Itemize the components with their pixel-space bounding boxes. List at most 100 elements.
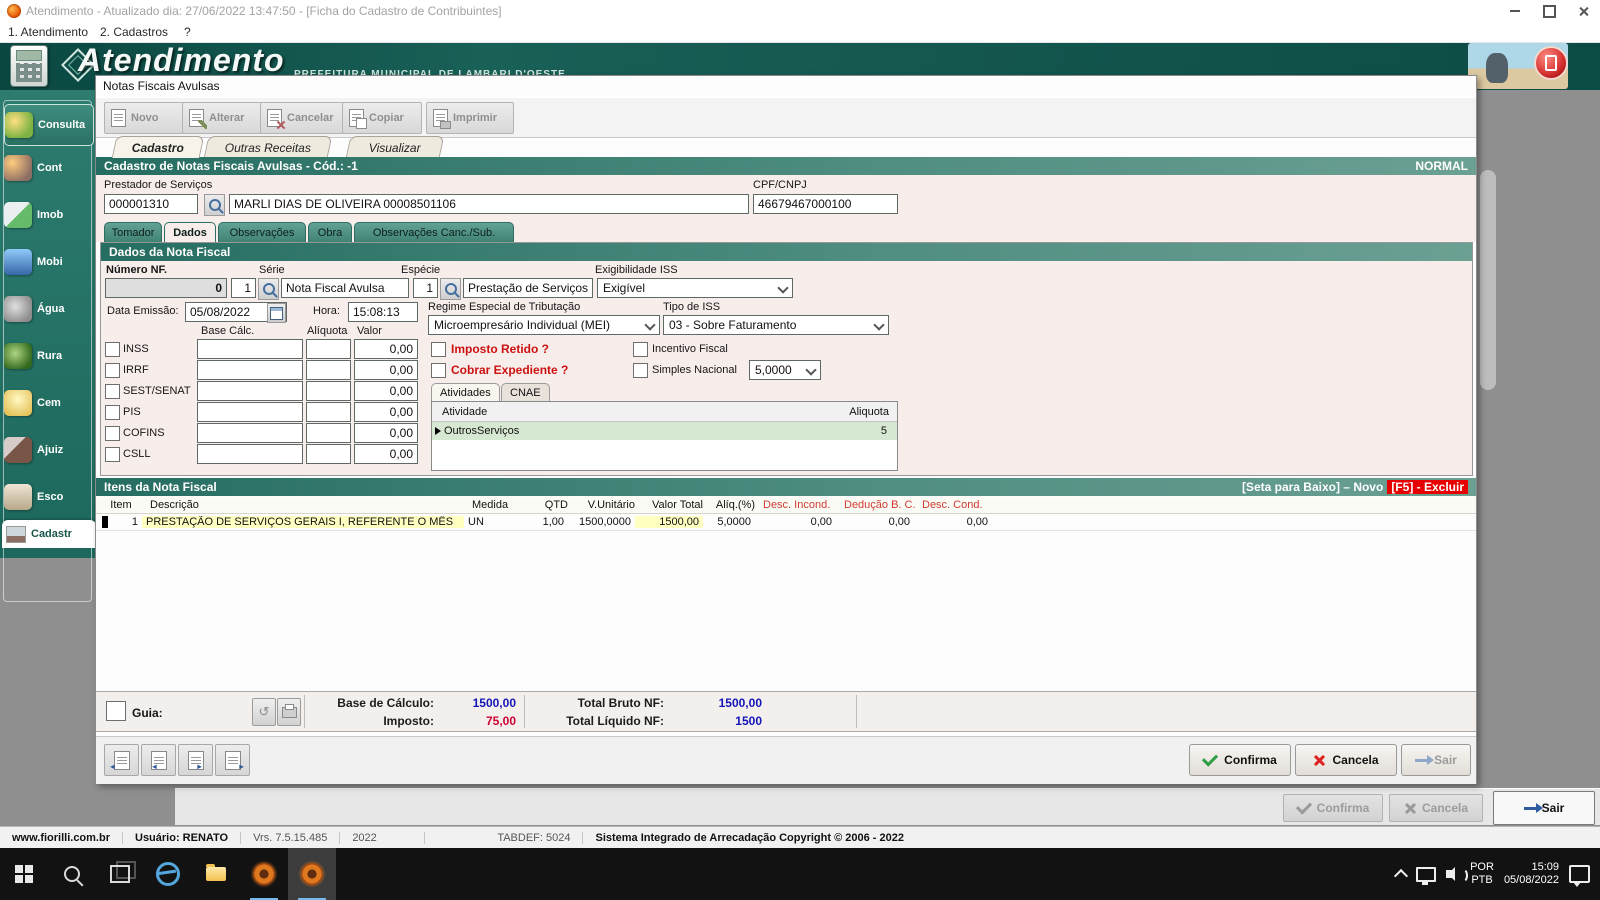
regime-select[interactable]: Microempresário Individual (MEI) [428, 315, 660, 335]
inss-aliquota-input[interactable] [306, 339, 351, 359]
serie-nome-input[interactable]: Nota Fiscal Avulsa [281, 278, 409, 298]
simples-checkbox[interactable] [633, 363, 648, 378]
file-explorer-button[interactable] [192, 848, 240, 900]
sest-valor-input[interactable]: 0,00 [354, 381, 418, 401]
cancelar-button[interactable]: Cancelar [260, 102, 344, 134]
irrf-aliquota-input[interactable] [306, 360, 351, 380]
prestador-code-input[interactable]: 000001310 [104, 194, 198, 214]
sidebar-item-imobiliario[interactable]: Imob [4, 195, 92, 235]
csll-aliquota-input[interactable] [306, 444, 351, 464]
cofins-aliquota-input[interactable] [306, 423, 351, 443]
menu-cadastros[interactable]: 2. Cadastros [100, 25, 168, 39]
outer-sair-button[interactable]: Sair [1493, 791, 1595, 825]
tab-tomador[interactable]: Tomador [104, 222, 162, 242]
irrf-base-input[interactable] [197, 360, 303, 380]
imprimir-button[interactable]: Imprimir [426, 102, 514, 134]
outer-cancela-button[interactable]: Cancela [1389, 794, 1483, 822]
maximize-button[interactable] [1532, 0, 1566, 22]
sidebar-item-rural[interactable]: Rura [4, 336, 92, 376]
simples-aliquota-select[interactable]: 5,0000 [749, 360, 821, 380]
cofins-base-input[interactable] [197, 423, 303, 443]
sest-base-input[interactable] [197, 381, 303, 401]
internet-explorer-button[interactable] [144, 848, 192, 900]
tab-cadastro[interactable]: Cadastro [111, 136, 205, 158]
copiar-button[interactable]: Copiar [342, 102, 422, 134]
sidebar-tab-cadastro[interactable]: Cadastr [2, 520, 96, 548]
outer-confirma-button[interactable]: Confirma [1283, 794, 1383, 822]
irrf-checkbox[interactable] [105, 363, 120, 378]
cobrar-expediente-checkbox[interactable] [431, 363, 446, 378]
inss-base-input[interactable] [197, 339, 303, 359]
start-button[interactable] [0, 848, 48, 900]
exit-orb-button[interactable] [1534, 46, 1568, 80]
clock[interactable]: 15:09 05/08/2022 [1504, 861, 1559, 887]
cancela-button[interactable]: Cancela [1295, 744, 1397, 776]
sair-button[interactable]: Sair [1401, 744, 1471, 776]
tab-dados[interactable]: Dados [164, 222, 216, 242]
sest-checkbox[interactable] [105, 384, 120, 399]
cofins-checkbox[interactable] [105, 426, 120, 441]
pis-checkbox[interactable] [105, 405, 120, 420]
inss-checkbox[interactable] [105, 342, 120, 357]
sidebar-item-ajuizamento[interactable]: Ajuiz [4, 430, 92, 470]
sidebar-item-mobiliario[interactable]: Mobi [4, 242, 92, 282]
sest-aliquota-input[interactable] [306, 381, 351, 401]
novo-button[interactable]: Novo [104, 102, 184, 134]
cofins-valor-input[interactable]: 0,00 [354, 423, 418, 443]
pis-base-input[interactable] [197, 402, 303, 422]
minimize-button[interactable] [1498, 0, 1532, 22]
alterar-button[interactable]: Alterar [182, 102, 262, 134]
prestador-search-button[interactable] [204, 194, 225, 216]
tab-observacoes[interactable]: Observações [218, 222, 306, 242]
tab-obra[interactable]: Obra [308, 222, 352, 242]
language-indicator[interactable]: POR PTB [1470, 861, 1494, 887]
guia-refresh-button[interactable]: ↺ [252, 698, 276, 726]
imposto-retido-checkbox[interactable] [431, 342, 446, 357]
pis-aliquota-input[interactable] [306, 402, 351, 422]
sidebar-item-escola[interactable]: Esco [4, 477, 92, 517]
cpf-input[interactable]: 46679467000100 [753, 194, 898, 214]
sidebar-item-cemiterio[interactable]: Cem [4, 383, 92, 423]
tab-cnae[interactable]: CNAE [501, 383, 550, 401]
mdi-scrollbar[interactable] [1480, 170, 1496, 390]
guia-checkbox[interactable] [106, 701, 126, 721]
fiorilli-app-active-button[interactable] [288, 848, 336, 900]
menu-atendimento[interactable]: 1. Atendimento [8, 25, 88, 39]
fiorilli-app-button[interactable] [240, 848, 288, 900]
nav-last-button[interactable]: ▸ [215, 744, 250, 776]
inss-valor-input[interactable]: 0,00 [354, 339, 418, 359]
especie-search-button[interactable] [440, 278, 461, 300]
confirma-button[interactable]: Confirma [1189, 744, 1291, 776]
nav-prev-button[interactable]: ◂ [141, 744, 176, 776]
nav-next-button[interactable]: ▸ [178, 744, 213, 776]
calendar-button[interactable] [267, 303, 286, 323]
tab-outras-receitas[interactable]: Outras Receitas [203, 136, 333, 158]
especie-num-input[interactable]: 1 [413, 278, 438, 298]
itens-table-row[interactable]: 1 PRESTAÇÃO DE SERVIÇOS GERAIS I, REFERE… [96, 513, 1476, 531]
tray-chevron-up-icon[interactable] [1394, 868, 1409, 884]
tab-atividades[interactable]: Atividades [431, 383, 500, 401]
tab-visualizar[interactable]: Visualizar [345, 136, 445, 158]
numero-nf-input[interactable]: 0 [105, 278, 227, 298]
atividade-row[interactable]: OutrosServiços 5 [432, 422, 897, 440]
close-button[interactable] [1566, 0, 1600, 22]
serie-input[interactable]: 1 [231, 278, 256, 298]
volume-icon[interactable] [1446, 867, 1469, 883]
irrf-valor-input[interactable]: 0,00 [354, 360, 418, 380]
task-view-button[interactable] [96, 848, 144, 900]
pis-valor-input[interactable]: 0,00 [354, 402, 418, 422]
tab-observacoes-canc[interactable]: Observações Canc./Sub. [354, 222, 514, 242]
tipo-iss-select[interactable]: 03 - Sobre Faturamento [663, 315, 889, 335]
sidebar-item-consulta[interactable]: Consulta [4, 104, 94, 146]
especie-nome-input[interactable]: Prestação de Serviços [463, 278, 593, 298]
exigibilidade-select[interactable]: Exigível [597, 278, 793, 298]
hora-input[interactable]: 15:08:13 [348, 302, 418, 322]
network-icon[interactable] [1416, 866, 1437, 885]
csll-checkbox[interactable] [105, 447, 120, 462]
menu-help[interactable]: ? [184, 25, 191, 39]
serie-search-button[interactable] [258, 278, 279, 300]
notifications-icon[interactable] [1569, 865, 1590, 887]
guia-print-button[interactable] [277, 698, 301, 726]
nav-first-button[interactable]: ◂ [104, 744, 139, 776]
prestador-name-input[interactable]: MARLI DIAS DE OLIVEIRA 00008501106 [229, 194, 749, 214]
